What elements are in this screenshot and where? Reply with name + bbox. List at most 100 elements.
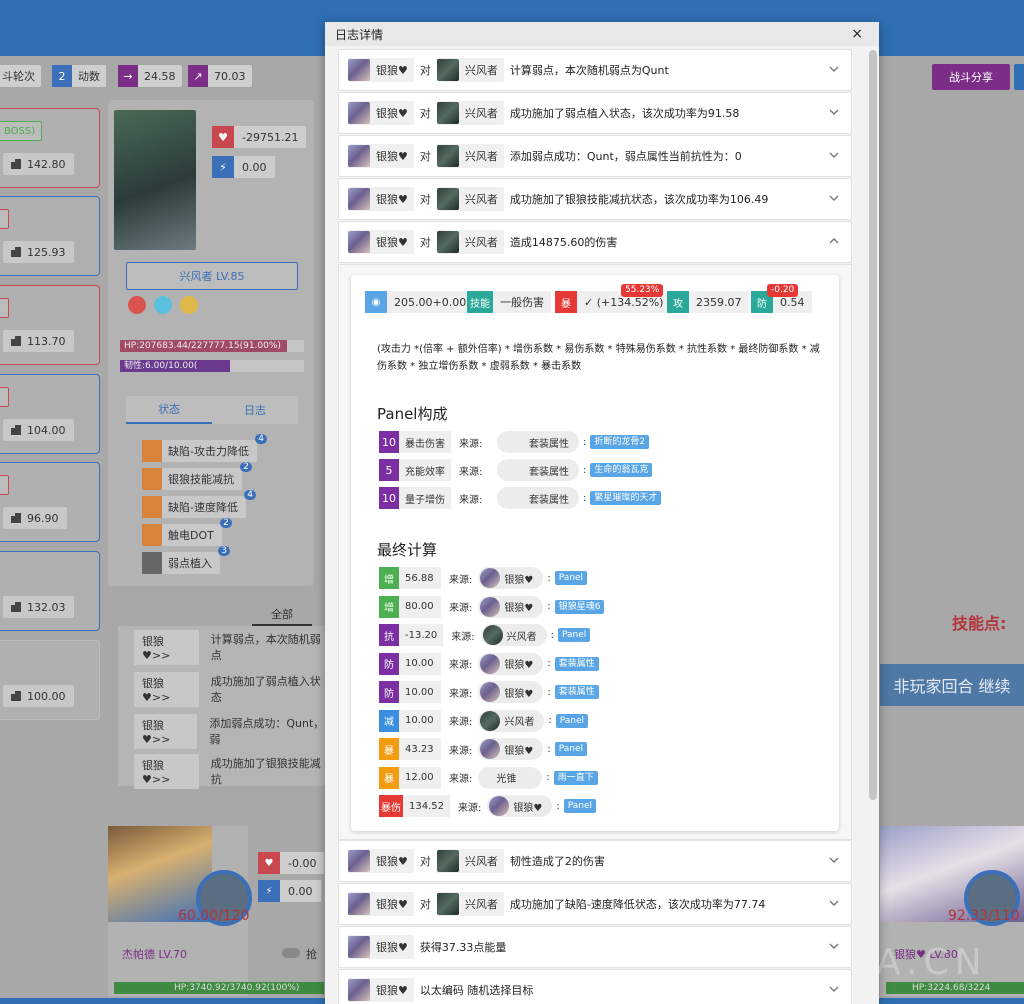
- speed-readout: 125.93: [3, 241, 74, 263]
- chevron-down-icon[interactable]: [827, 982, 841, 996]
- chevron-down-icon[interactable]: [827, 939, 841, 953]
- tab-status[interactable]: 状态: [126, 396, 212, 424]
- log-entry[interactable]: 银狼♥ 对 兴风者 成功施加了银狼技能减抗状态，该次成功率为106.49: [338, 178, 852, 220]
- wind-avatar: [436, 102, 459, 124]
- detail-tabs: 状态 日志: [126, 396, 298, 424]
- share-button[interactable]: 战斗分享: [932, 64, 1010, 90]
- enemy-tag: [0, 387, 9, 407]
- close-button[interactable]: ×: [847, 26, 867, 42]
- target-chip: 兴风者: [436, 892, 504, 916]
- source-label: 来源:: [449, 717, 473, 728]
- wind-avatar: [436, 59, 459, 81]
- actor-chip: 银狼♥: [348, 230, 414, 254]
- speed-readout: 113.70: [3, 330, 74, 352]
- source-chip: 银狼♥: [478, 738, 544, 760]
- log-entry[interactable]: 银狼♥ 对 兴风者 添加弱点成功：Qunt，弱点属性当前抗性为：0: [338, 135, 852, 177]
- chevron-down-icon[interactable]: [827, 191, 841, 205]
- wind-avatar: [480, 710, 501, 731]
- wind-avatar: [436, 850, 459, 872]
- factor-key: 减: [379, 709, 399, 732]
- wind-avatar: [436, 893, 459, 915]
- toughness-bar: 韧性:6.00/10.00(: [120, 360, 304, 372]
- factor-value: 10.00: [399, 652, 441, 675]
- actor-chip: 银狼♥: [348, 58, 414, 82]
- final-calc-row: 暴 43.23 来源: 银狼♥: Panel: [379, 738, 587, 760]
- trend-icon: ↗: [188, 65, 208, 87]
- silver-wolf-avatar: [480, 653, 501, 674]
- tab-all[interactable]: 全部: [252, 606, 312, 626]
- silver-wolf-avatar: [480, 596, 501, 617]
- log-entry[interactable]: 银狼♥ 以太编码 随机选择目标: [338, 969, 852, 1004]
- enemy-card[interactable]: 132.03: [0, 551, 100, 631]
- attack-chip: 攻 2359.07: [667, 291, 749, 313]
- auto-toggle[interactable]: [282, 948, 300, 958]
- imaginary-icon: [180, 296, 198, 314]
- chevron-down-icon[interactable]: [827, 105, 841, 119]
- enemy-card[interactable]: 125.93: [0, 196, 100, 276]
- log-entry[interactable]: 银狼♥ 对 兴风者 成功施加了弱点植入状态，该次成功率为91.58: [338, 92, 852, 134]
- log-entry-expanded[interactable]: 银狼♥ 对 兴风者 造成14875.60的伤害: [338, 221, 852, 263]
- source-label: 来源:: [449, 688, 473, 700]
- source-label: 来源:: [449, 574, 473, 586]
- source-detail: Panel: [563, 799, 596, 813]
- factor-key: 防: [379, 681, 399, 703]
- chevron-down-icon[interactable]: [827, 62, 841, 76]
- tab-log[interactable]: 日志: [212, 396, 298, 424]
- chevron-up-icon[interactable]: [827, 234, 841, 248]
- factor-value: 56.88: [399, 567, 441, 589]
- factor-key: 增: [379, 567, 399, 589]
- party-card[interactable]: 60.00/120 杰帕德 LV.70 HP:3740.92/3740.92(1…: [108, 826, 324, 996]
- log-entry[interactable]: 银狼♥ 对 兴风者 成功施加了缺陷-速度降低状态，该次成功率为77.74: [338, 883, 852, 925]
- log-entry[interactable]: 银狼♥ 对 兴风者 计算弱点，本次随机弱点为Qunt: [338, 49, 852, 91]
- toggle-label: 抢: [306, 948, 317, 961]
- silver-wolf-avatar: [480, 739, 501, 759]
- source-label: 来源:: [449, 745, 473, 757]
- heart-icon: ♥: [258, 852, 280, 874]
- next-turn-button[interactable]: 非玩家回合 继续: [880, 664, 1024, 706]
- dialog-header: 日志详情 ×: [325, 22, 879, 46]
- extra-button[interactable]: [1014, 64, 1024, 90]
- source-chip: 兴风者: [480, 624, 547, 646]
- speed-readout: 104.00: [3, 419, 74, 441]
- defense-badge: -0.20: [767, 284, 799, 297]
- lightning-icon: ⚡: [258, 880, 280, 902]
- chevron-down-icon[interactable]: [827, 148, 841, 162]
- enemy-card[interactable]: 113.70: [0, 285, 100, 365]
- factor-key: 暴伤: [379, 795, 403, 817]
- enemy-name-level[interactable]: 兴风者 LV.85: [126, 262, 298, 290]
- log-entry[interactable]: 银狼♥ 获得37.33点能量: [338, 926, 852, 968]
- log-entry[interactable]: 银狼♥ 对 兴风者 韧性造成了2的伤害: [338, 840, 852, 882]
- hp-delta-chip: ♥ -0.00: [258, 852, 325, 874]
- enemy-card[interactable]: 96.90: [0, 462, 100, 542]
- wind-avatar: [482, 625, 503, 645]
- speed-readout: 100.00: [3, 685, 74, 707]
- character-hp-bar: HP:3740.92/3740.92(100%): [114, 982, 324, 994]
- source-chip: 银狼♥: [487, 795, 553, 817]
- actor-chip: 银狼♥: [348, 144, 414, 168]
- energy-readout: 60.00/120: [178, 908, 250, 924]
- silver-wolf-avatar: [480, 682, 501, 702]
- battle-log: 全部 银狼♥>> 计算弱点，本次随机弱点 银狼♥>> 成功施加了弱点植入状态 银狼♥…: [118, 608, 328, 789]
- damage-formula: (攻击力 *(倍率 + 额外倍率) * 增伤系数 * 易伤系数 * 特殊易伤系数…: [377, 344, 820, 372]
- speed-readout: 96.90: [3, 507, 67, 529]
- crit-rate-badge: 55.23%: [621, 284, 664, 297]
- final-calc-row: 防 10.00 来源: 银狼♥: 套装属性: [379, 681, 599, 703]
- source-chip: 银狼♥: [478, 567, 544, 589]
- chevron-down-icon[interactable]: [827, 896, 841, 910]
- target-chip: 兴风者: [436, 187, 504, 211]
- silver-wolf-avatar: [348, 850, 370, 872]
- factor-key: 抗: [379, 624, 399, 646]
- source-label: 来源:: [449, 603, 473, 614]
- enemy-card[interactable]: 104.00: [0, 374, 100, 454]
- silver-wolf-avatar: [348, 979, 370, 1001]
- enemy-card[interactable]: 100.00: [0, 640, 100, 720]
- silver-wolf-avatar: [480, 568, 501, 588]
- arrow-stat: → 24.58: [118, 65, 182, 87]
- source-detail: 套装属性: [554, 656, 599, 671]
- silver-wolf-avatar: [348, 936, 370, 958]
- target-chip: 兴风者: [436, 230, 504, 254]
- enemy-tag: [0, 298, 9, 318]
- enemy-card[interactable]: BOSS) 142.80: [0, 108, 100, 188]
- scrollbar[interactable]: [869, 50, 877, 800]
- chevron-down-icon[interactable]: [827, 853, 841, 867]
